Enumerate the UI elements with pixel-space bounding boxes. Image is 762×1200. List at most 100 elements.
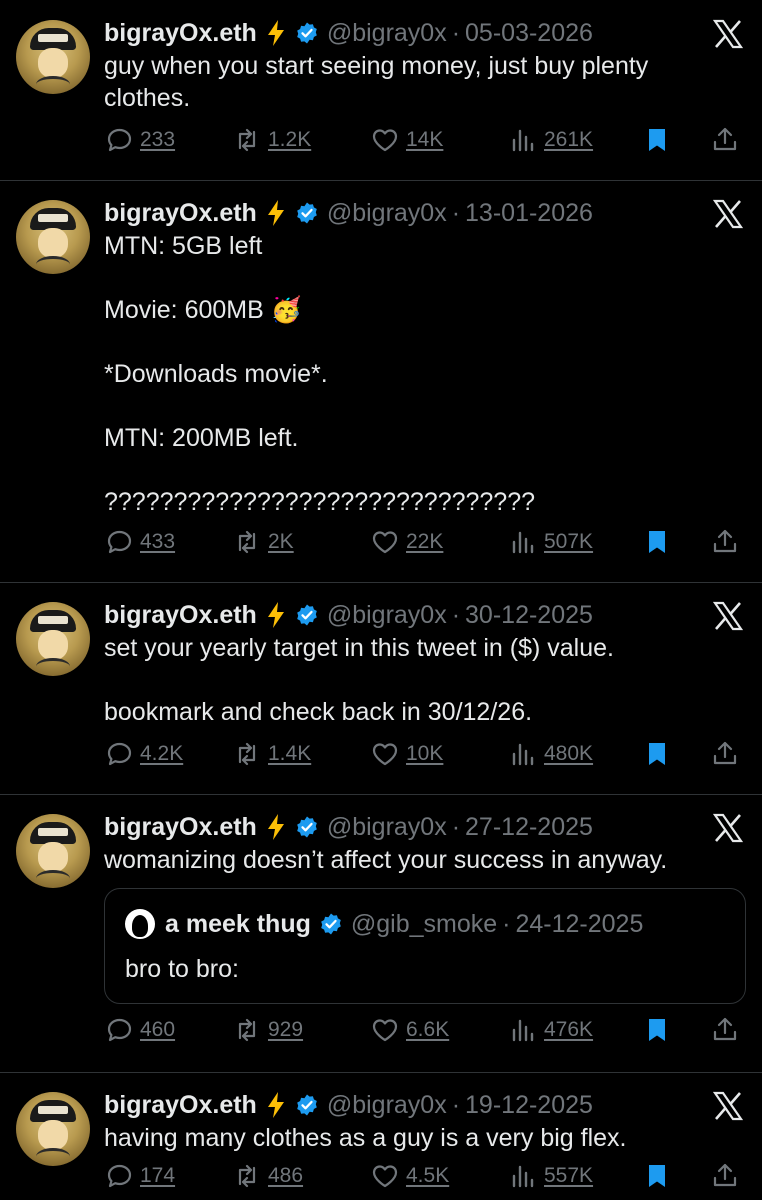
retweet-button[interactable]: 929 <box>232 1012 303 1048</box>
avatar[interactable] <box>16 200 90 274</box>
heart-icon <box>372 531 398 554</box>
like-button[interactable]: 4.5K <box>370 1158 449 1194</box>
quoted-tweet[interactable]: a meek thug @gib_smoke · 24-12-2025 bro … <box>104 888 746 1004</box>
views-icon <box>512 1019 534 1042</box>
bookmark-button[interactable] <box>642 736 672 772</box>
reply-count: 174 <box>140 1164 176 1187</box>
bookmark-button[interactable] <box>642 1012 672 1048</box>
author-handle[interactable]: @bigray0x <box>327 813 447 842</box>
reply-button[interactable]: 460 <box>104 1012 175 1048</box>
retweet-icon <box>238 1164 256 1188</box>
author-name[interactable]: bigrayOx.eth <box>104 199 257 228</box>
reply-count: 233 <box>140 128 176 151</box>
retweet-icon <box>238 128 256 152</box>
tweet[interactable]: bigrayOx.eth @bigray0x · 30-12-2025 set … <box>0 582 762 795</box>
tweet-date[interactable]: 05-03-2026 <box>465 19 593 48</box>
tweet-date[interactable]: 30-12-2025 <box>465 601 593 630</box>
reply-button[interactable]: 4.2K <box>104 736 183 772</box>
bookmark-icon <box>649 1019 665 1041</box>
share-button[interactable] <box>710 1158 740 1194</box>
author-name[interactable]: bigrayOx.eth <box>104 1091 257 1120</box>
tweet-date[interactable]: 27-12-2025 <box>465 813 593 842</box>
author-name[interactable]: bigrayOx.eth <box>104 813 257 842</box>
views-button[interactable]: 557K <box>508 1158 593 1194</box>
like-button[interactable]: 10K <box>370 736 443 772</box>
author-handle[interactable]: @bigray0x <box>327 19 447 48</box>
like-button[interactable]: 14K <box>370 122 443 158</box>
bookmark-icon <box>649 743 665 765</box>
avatar[interactable] <box>16 20 90 94</box>
avatar[interactable] <box>16 1092 90 1166</box>
tweet-date[interactable]: 13-01-2026 <box>465 199 593 228</box>
action-bar: 233 1.2K 14K 261K <box>104 122 744 158</box>
quoted-avatar <box>125 909 155 939</box>
bookmark-button[interactable] <box>642 524 672 560</box>
tweet-text: womanizing doesn’t affect your success i… <box>104 846 668 874</box>
retweet-count: 486 <box>268 1164 304 1187</box>
reply-icon <box>107 128 132 152</box>
share-icon <box>713 1163 737 1187</box>
avatar[interactable] <box>16 602 90 676</box>
retweet-button[interactable]: 1.4K <box>232 736 311 772</box>
tweet[interactable]: bigrayOx.eth @bigray0x · 27-12-2025 woma… <box>0 794 762 1073</box>
verified-badge-icon <box>297 202 317 224</box>
separator-dot: · <box>451 812 461 841</box>
view-count: 557K <box>544 1164 594 1187</box>
views-button[interactable]: 480K <box>508 736 593 772</box>
bookmark-button[interactable] <box>642 122 672 158</box>
retweet-button[interactable]: 2K <box>232 524 294 560</box>
tweet-header: bigrayOx.eth @bigray0x · 27-12-2025 <box>104 808 593 846</box>
author-name[interactable]: bigrayOx.eth <box>104 601 257 630</box>
verified-badge-icon <box>297 22 317 44</box>
share-button[interactable] <box>710 524 740 560</box>
reply-button[interactable]: 433 <box>104 524 175 560</box>
separator-dot: · <box>502 909 511 938</box>
lightning-icon <box>267 602 284 628</box>
share-button[interactable] <box>710 736 740 772</box>
like-count: 14K <box>406 128 444 151</box>
reply-icon <box>107 1164 132 1188</box>
bookmark-button[interactable] <box>642 1158 672 1194</box>
views-icon <box>512 129 534 152</box>
like-button[interactable]: 22K <box>370 524 443 560</box>
separator-dot: · <box>451 1090 461 1119</box>
heart-icon <box>372 129 398 152</box>
tweet[interactable]: bigrayOx.eth @bigray0x · 05-03-2026 guy … <box>0 0 762 181</box>
tweet[interactable]: bigrayOx.eth @bigray0x · 19-12-2025 havi… <box>0 1072 762 1200</box>
quoted-author-name: a meek thug <box>165 909 311 938</box>
tweet-date[interactable]: 19-12-2025 <box>465 1091 593 1120</box>
views-button[interactable]: 476K <box>508 1012 593 1048</box>
retweet-count: 1.4K <box>268 742 312 765</box>
reply-button[interactable]: 174 <box>104 1158 175 1194</box>
tweet-text: set your yearly target in this tweet in … <box>104 634 614 726</box>
views-button[interactable]: 261K <box>508 122 593 158</box>
share-icon <box>713 529 737 553</box>
avatar[interactable] <box>16 814 90 888</box>
verified-badge-icon <box>321 913 341 935</box>
lightning-icon <box>267 20 284 46</box>
reply-button[interactable]: 233 <box>104 122 175 158</box>
retweet-count: 929 <box>268 1018 304 1041</box>
retweet-count: 1.2K <box>268 128 312 151</box>
author-handle[interactable]: @bigray0x <box>327 1091 447 1120</box>
share-button[interactable] <box>710 122 740 158</box>
tweet-header: bigrayOx.eth @bigray0x · 13-01-2026 <box>104 194 593 232</box>
verified-badge-icon <box>297 604 317 626</box>
x-logo-icon <box>712 601 744 631</box>
retweet-button[interactable]: 486 <box>232 1158 303 1194</box>
like-button[interactable]: 6.6K <box>370 1012 449 1048</box>
separator-dot: · <box>451 600 461 629</box>
tweet-header: bigrayOx.eth @bigray0x · 19-12-2025 <box>104 1086 593 1124</box>
author-name[interactable]: bigrayOx.eth <box>104 19 257 48</box>
retweet-button[interactable]: 1.2K <box>232 122 311 158</box>
share-button[interactable] <box>710 1012 740 1048</box>
tweet-text: guy when you start seeing money, just bu… <box>104 52 649 112</box>
author-handle[interactable]: @bigray0x <box>327 601 447 630</box>
tweet[interactable]: bigrayOx.eth @bigray0x · 13-01-2026 MTN:… <box>0 180 762 583</box>
tweet-text: MTN: 5GB left Movie: 600MB 🥳 *Downloads … <box>104 232 536 516</box>
quoted-tweet-text: bro to bro: <box>125 955 239 983</box>
views-button[interactable]: 507K <box>508 524 593 560</box>
view-count: 261K <box>544 128 594 151</box>
separator-dot: · <box>451 18 461 47</box>
author-handle[interactable]: @bigray0x <box>327 199 447 228</box>
